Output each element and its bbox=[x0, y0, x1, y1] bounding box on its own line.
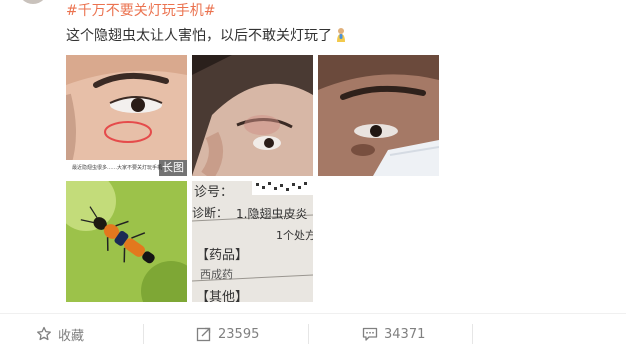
prescription-line-2: 诊断： bbox=[192, 206, 229, 220]
post-text-body: 这个隐翅虫太让人害怕，以后不敢关灯玩了 bbox=[66, 28, 332, 44]
photo-prescription[interactable]: 诊号： 诊断： 1.隐翅虫皮炎 1个处方 【药品】 西成药 【其他】 bbox=[192, 181, 313, 302]
eye-closeup-image bbox=[66, 55, 187, 176]
favorite-label: 收藏 bbox=[58, 328, 85, 344]
prescription-line-1: 诊号： bbox=[194, 185, 234, 200]
action-divider bbox=[143, 324, 144, 344]
eye-mask-image bbox=[318, 55, 439, 176]
photo-face-closeup[interactable] bbox=[192, 55, 313, 176]
favorite-button[interactable]: 收藏 bbox=[36, 314, 84, 354]
photo-eye-closeup[interactable]: 最近隐翅虫很多……大家不要关灯玩手机 长图 bbox=[66, 55, 187, 176]
action-divider bbox=[308, 324, 309, 344]
face-closeup-image bbox=[192, 55, 313, 176]
hashtag-link[interactable]: #千万不要关灯玩手机# bbox=[66, 2, 215, 20]
action-divider bbox=[472, 324, 473, 344]
prescription-line-4: 1个处方 bbox=[276, 229, 313, 242]
photo-rove-beetle[interactable] bbox=[66, 181, 187, 302]
comment-icon bbox=[362, 327, 378, 341]
prescription-line-7: 【其他】 bbox=[196, 290, 249, 302]
star-icon bbox=[37, 326, 51, 341]
prescription-line-3: 1.隐翅虫皮炎 bbox=[236, 207, 308, 221]
rove-beetle-image bbox=[66, 181, 187, 302]
praying-figure-emoji-icon bbox=[337, 28, 345, 42]
photo-eye-with-mask[interactable] bbox=[318, 55, 439, 176]
post-text: 这个隐翅虫太让人害怕，以后不敢关灯玩了 bbox=[66, 25, 348, 47]
repost-button[interactable]: 23595 bbox=[196, 314, 259, 354]
repost-icon bbox=[196, 327, 211, 342]
repost-count: 23595 bbox=[218, 326, 260, 342]
comment-count: 34371 bbox=[384, 326, 426, 342]
avatar[interactable] bbox=[18, 0, 48, 4]
action-bar: 收藏 23595 34371 bbox=[0, 313, 626, 358]
prescription-line-6: 西成药 bbox=[200, 268, 233, 281]
comment-button[interactable]: 34371 bbox=[362, 314, 425, 354]
long-image-badge: 长图 bbox=[159, 160, 187, 176]
prescription-line-5: 【药品】 bbox=[196, 248, 249, 263]
